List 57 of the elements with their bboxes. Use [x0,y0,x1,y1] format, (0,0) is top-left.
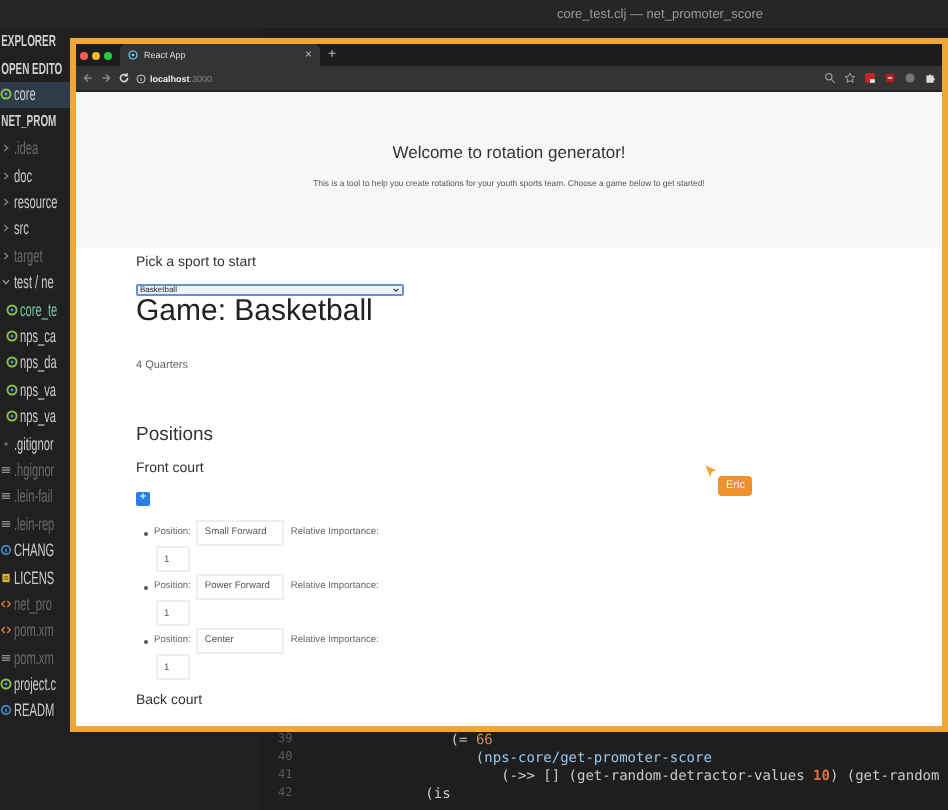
lines-icon [0,651,12,664]
react-icon [128,50,138,60]
zoom-light[interactable] [104,51,112,59]
file-item[interactable]: CHANG [14,540,55,561]
ring-icon [6,383,18,396]
file-item[interactable]: nps_va [20,406,56,427]
info-icon [0,704,12,717]
close-light[interactable] [80,51,88,59]
chevron-right-icon[interactable] [0,196,12,209]
section-header[interactable]: OPEN EDITO [0,59,63,78]
forward-icon[interactable] [100,72,112,84]
folder-item[interactable]: doc [14,165,32,186]
file-item[interactable]: core_te [20,299,58,320]
file-item[interactable]: project.c [14,674,57,695]
extension-icon[interactable] [864,72,876,84]
file-item[interactable]: READM [14,700,55,721]
caret-icon [392,286,400,294]
zoom-icon[interactable] [824,72,836,84]
extension-icon[interactable] [884,72,896,84]
file-item[interactable]: .gitignor [14,433,54,454]
section-header[interactable]: EXPLORER [0,32,56,51]
chevron-right-icon[interactable] [0,142,12,155]
open-editor-item[interactable]: core [0,81,70,109]
chevron-right-icon[interactable] [0,249,12,262]
reload-icon[interactable] [118,72,130,84]
info-icon [0,544,12,557]
file-item[interactable]: LICENS [14,567,55,587]
chevron-right-icon[interactable] [0,169,12,182]
back-icon[interactable] [82,72,94,84]
angle-icon [0,597,12,610]
chevron-right-icon[interactable] [0,222,12,235]
folder-item[interactable]: test / ne [14,272,54,293]
lines-icon [0,463,12,476]
section-heading: Positions [136,424,214,448]
document-icon [0,571,12,583]
ring-icon [0,88,12,101]
star-icon[interactable] [844,72,856,84]
ring-icon [0,678,12,691]
ring-icon [6,356,18,369]
file-item[interactable]: nps_va [20,379,56,400]
dot-icon [0,437,12,450]
angle-icon [0,624,12,637]
file-item[interactable]: nps_ca [20,325,56,346]
puzzle-icon[interactable] [924,72,936,84]
ring-icon [6,410,18,423]
file-item[interactable]: nps_da [20,352,57,373]
lines-icon [0,517,12,530]
game-title: Game: Basketball [136,296,373,328]
page-heading: Welcome to rotation generator! [392,141,626,161]
section-header[interactable]: NET_PROM [0,112,57,131]
folder-item[interactable]: resource [14,192,58,213]
lines-icon [0,490,12,503]
folder-item[interactable]: src [14,218,29,239]
info-icon [136,73,146,83]
pointer-icon [704,464,718,478]
minimize-light[interactable] [92,51,100,59]
chevron-down-icon[interactable] [0,276,12,289]
